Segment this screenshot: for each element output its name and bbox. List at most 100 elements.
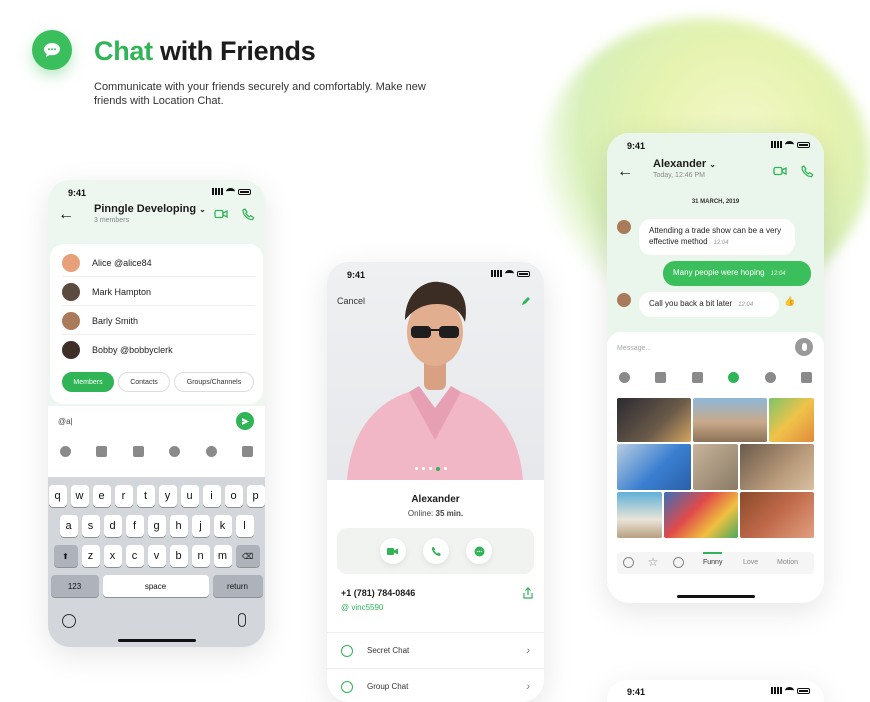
- key-i[interactable]: i: [202, 485, 221, 507]
- key-t[interactable]: t: [136, 485, 155, 507]
- message-bubble-incoming[interactable]: Attending a trade show can be a very eff…: [639, 219, 795, 255]
- member-row[interactable]: Bobby @bobbyclerk: [62, 336, 255, 364]
- member-row[interactable]: Barly Smith: [62, 307, 255, 335]
- member-row[interactable]: Mark Hampton: [62, 278, 255, 306]
- key-v[interactable]: v: [147, 545, 166, 567]
- shift-key[interactable]: ⬆: [53, 545, 78, 567]
- key-r[interactable]: r: [114, 485, 133, 507]
- recent-icon[interactable]: [673, 557, 684, 568]
- contact-icon[interactable]: [132, 446, 144, 457]
- key-s[interactable]: s: [81, 515, 100, 537]
- sticker-icon[interactable]: [205, 446, 217, 457]
- key-l[interactable]: l: [235, 515, 254, 537]
- tab-motion[interactable]: Motion: [777, 559, 798, 566]
- key-f[interactable]: f: [125, 515, 144, 537]
- gif-thumbnail[interactable]: [740, 492, 814, 538]
- contact-icon[interactable]: [691, 372, 703, 383]
- tab-groups-channels[interactable]: Groups/Channels: [174, 372, 254, 392]
- key-g[interactable]: g: [147, 515, 166, 537]
- key-b[interactable]: b: [169, 545, 188, 567]
- pager-dot[interactable]: [429, 467, 432, 470]
- key-j[interactable]: j: [191, 515, 210, 537]
- chat-title[interactable]: Pinngle Developing ⌄: [94, 203, 206, 215]
- location-icon[interactable]: [619, 372, 630, 383]
- key-z[interactable]: z: [81, 545, 100, 567]
- voice-call-button[interactable]: [423, 538, 449, 564]
- key-c[interactable]: c: [125, 545, 144, 567]
- key-x[interactable]: x: [103, 545, 122, 567]
- space-key[interactable]: space: [102, 575, 209, 597]
- star-icon[interactable]: ☆: [647, 555, 659, 569]
- search-icon[interactable]: [623, 557, 634, 568]
- message-bubble-incoming[interactable]: Call you back a bit later 12:04: [639, 292, 779, 317]
- back-arrow-icon[interactable]: ←: [58, 206, 74, 224]
- photo-pager[interactable]: [415, 467, 447, 471]
- key-w[interactable]: w: [70, 485, 89, 507]
- tab-love[interactable]: Love: [743, 559, 758, 566]
- numbers-key[interactable]: 123: [50, 575, 99, 597]
- gif-thumbnail[interactable]: [617, 398, 691, 442]
- message-input[interactable]: @a|: [58, 417, 73, 426]
- tab-funny[interactable]: Funny: [703, 552, 723, 566]
- message-input[interactable]: Message...: [617, 345, 651, 352]
- status-time: 9:41: [627, 687, 646, 697]
- message-button[interactable]: [466, 538, 492, 564]
- image-icon[interactable]: [241, 446, 253, 457]
- gif-icon[interactable]: [728, 372, 740, 383]
- emoji-icon[interactable]: [62, 614, 76, 628]
- key-a[interactable]: a: [59, 515, 78, 537]
- gif-thumbnail[interactable]: [617, 492, 662, 538]
- edit-pencil-icon[interactable]: [520, 295, 532, 307]
- cancel-button[interactable]: Cancel: [337, 296, 365, 306]
- key-q[interactable]: q: [48, 485, 67, 507]
- gif-thumbnail[interactable]: [769, 398, 814, 442]
- tab-members[interactable]: Members: [62, 372, 114, 392]
- message-bubble-outgoing[interactable]: Many people were hoping 12:04: [663, 261, 811, 286]
- phone-number[interactable]: +1 (781) 784-0846: [341, 588, 415, 598]
- sticker-icon[interactable]: [764, 372, 776, 383]
- key-k[interactable]: k: [213, 515, 232, 537]
- pager-dot[interactable]: [422, 467, 425, 470]
- location-icon[interactable]: [60, 446, 71, 457]
- phone-call-icon[interactable]: [242, 208, 255, 221]
- key-m[interactable]: m: [213, 545, 232, 567]
- key-e[interactable]: e: [92, 485, 111, 507]
- document-icon[interactable]: [655, 372, 667, 383]
- back-arrow-icon[interactable]: ←: [617, 163, 633, 181]
- backspace-key[interactable]: ⌫: [235, 545, 260, 567]
- share-icon[interactable]: [523, 587, 533, 599]
- key-y[interactable]: y: [158, 485, 177, 507]
- send-button[interactable]: [236, 412, 254, 430]
- gif-thumbnail[interactable]: [617, 444, 691, 490]
- image-icon[interactable]: [800, 372, 812, 383]
- key-h[interactable]: h: [169, 515, 188, 537]
- key-o[interactable]: o: [224, 485, 243, 507]
- video-call-icon[interactable]: [773, 166, 787, 176]
- document-icon[interactable]: [96, 446, 108, 457]
- video-call-button[interactable]: [380, 538, 406, 564]
- key-p[interactable]: p: [246, 485, 265, 507]
- pager-dot-active[interactable]: [436, 467, 440, 471]
- return-key[interactable]: return: [212, 575, 263, 597]
- gif-thumbnail[interactable]: [664, 492, 738, 538]
- phone-call-icon[interactable]: [801, 165, 814, 178]
- tab-contacts[interactable]: Contacts: [118, 372, 170, 392]
- gif-thumbnail[interactable]: [740, 444, 814, 490]
- pager-dot[interactable]: [415, 467, 418, 470]
- key-u[interactable]: u: [180, 485, 199, 507]
- microphone-button[interactable]: [795, 338, 813, 356]
- like-icon[interactable]: 👍: [784, 296, 795, 306]
- pager-dot[interactable]: [444, 467, 447, 470]
- member-row[interactable]: Alice @alice84: [62, 249, 255, 277]
- menu-group-chat[interactable]: Group Chat ›: [327, 668, 544, 702]
- menu-secret-chat[interactable]: Secret Chat ›: [327, 632, 544, 668]
- microphone-icon[interactable]: [238, 613, 246, 627]
- gif-thumbnail[interactable]: [693, 444, 738, 490]
- key-n[interactable]: n: [191, 545, 210, 567]
- key-d[interactable]: d: [103, 515, 122, 537]
- gif-icon[interactable]: [169, 446, 181, 457]
- gif-thumbnail[interactable]: [693, 398, 767, 442]
- video-call-icon[interactable]: [214, 209, 228, 219]
- username[interactable]: @ vinc5590: [341, 603, 383, 612]
- chat-title[interactable]: Alexander ⌄: [653, 158, 716, 170]
